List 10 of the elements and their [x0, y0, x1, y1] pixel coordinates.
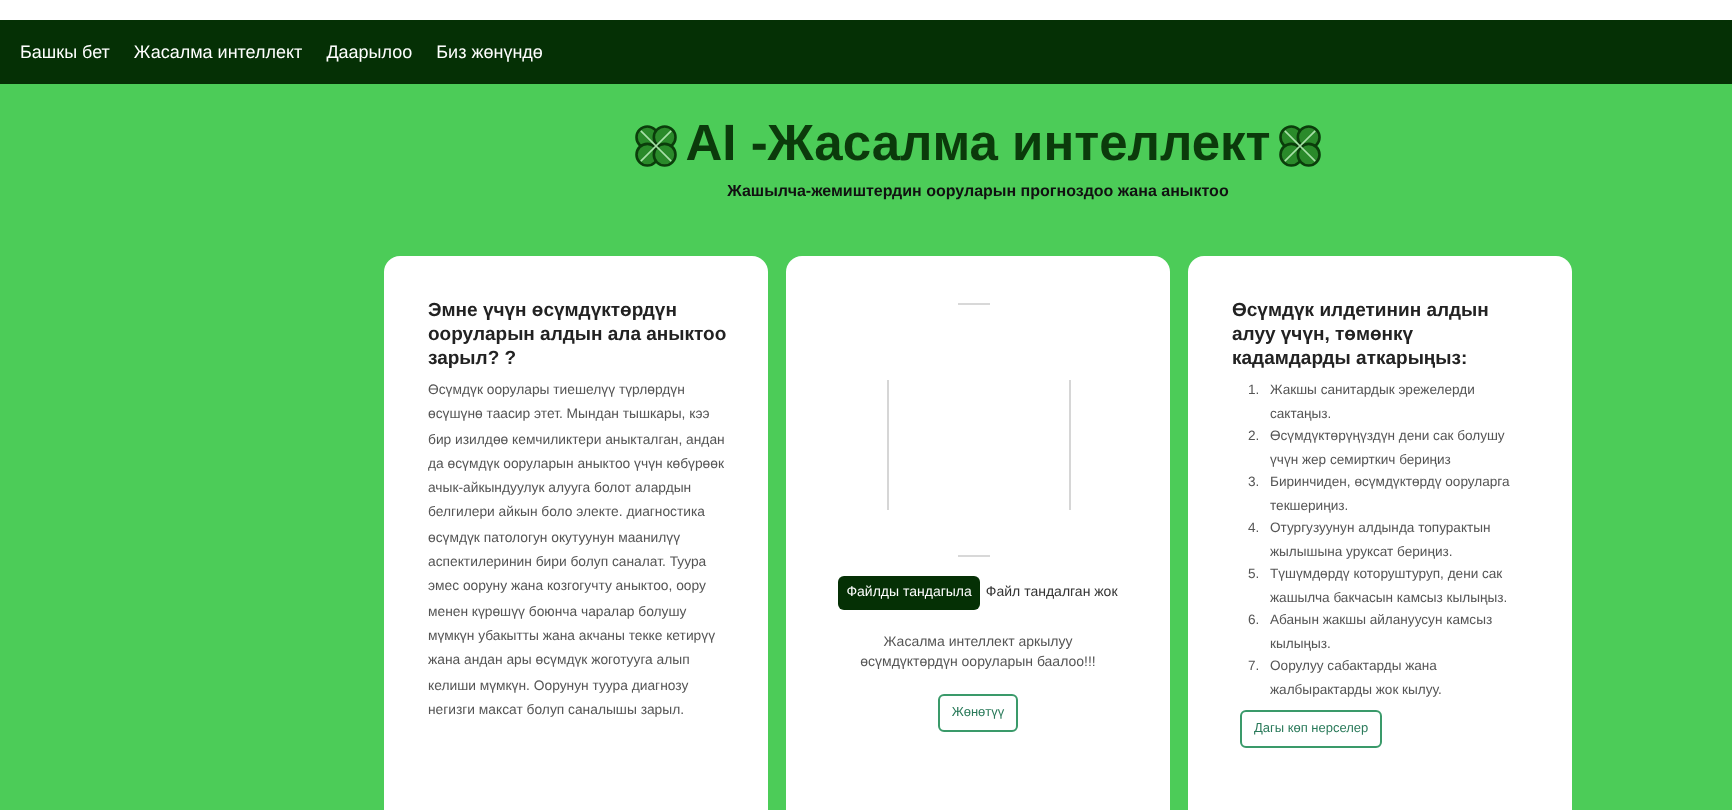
nav-link[interactable]: Биз жөнүндө	[436, 42, 543, 62]
clover-icon	[629, 119, 682, 171]
nav-link[interactable]: Даарылоо	[326, 42, 413, 62]
nav-link[interactable]: Жасалма интеллект	[133, 42, 303, 62]
page-subtitle: Жашылча-жемиштердин ооруларын прогноздоо жана аныктоо	[727, 182, 1229, 200]
nav-link[interactable]: Башкы бет	[20, 42, 110, 62]
card-title: Эмне үчүн өсүмдүктөрдүн ооруларын алдын ала аныктоо зарыл? ?	[428, 300, 728, 372]
clover-icon	[1274, 119, 1327, 171]
card-title: Өсүмдүк илдетинин алдын алуу үчүн, төмөнкү кадамдарды аткарыңыз:	[1232, 300, 1491, 372]
page-title: AI -Жасалма интеллект	[685, 116, 1271, 174]
